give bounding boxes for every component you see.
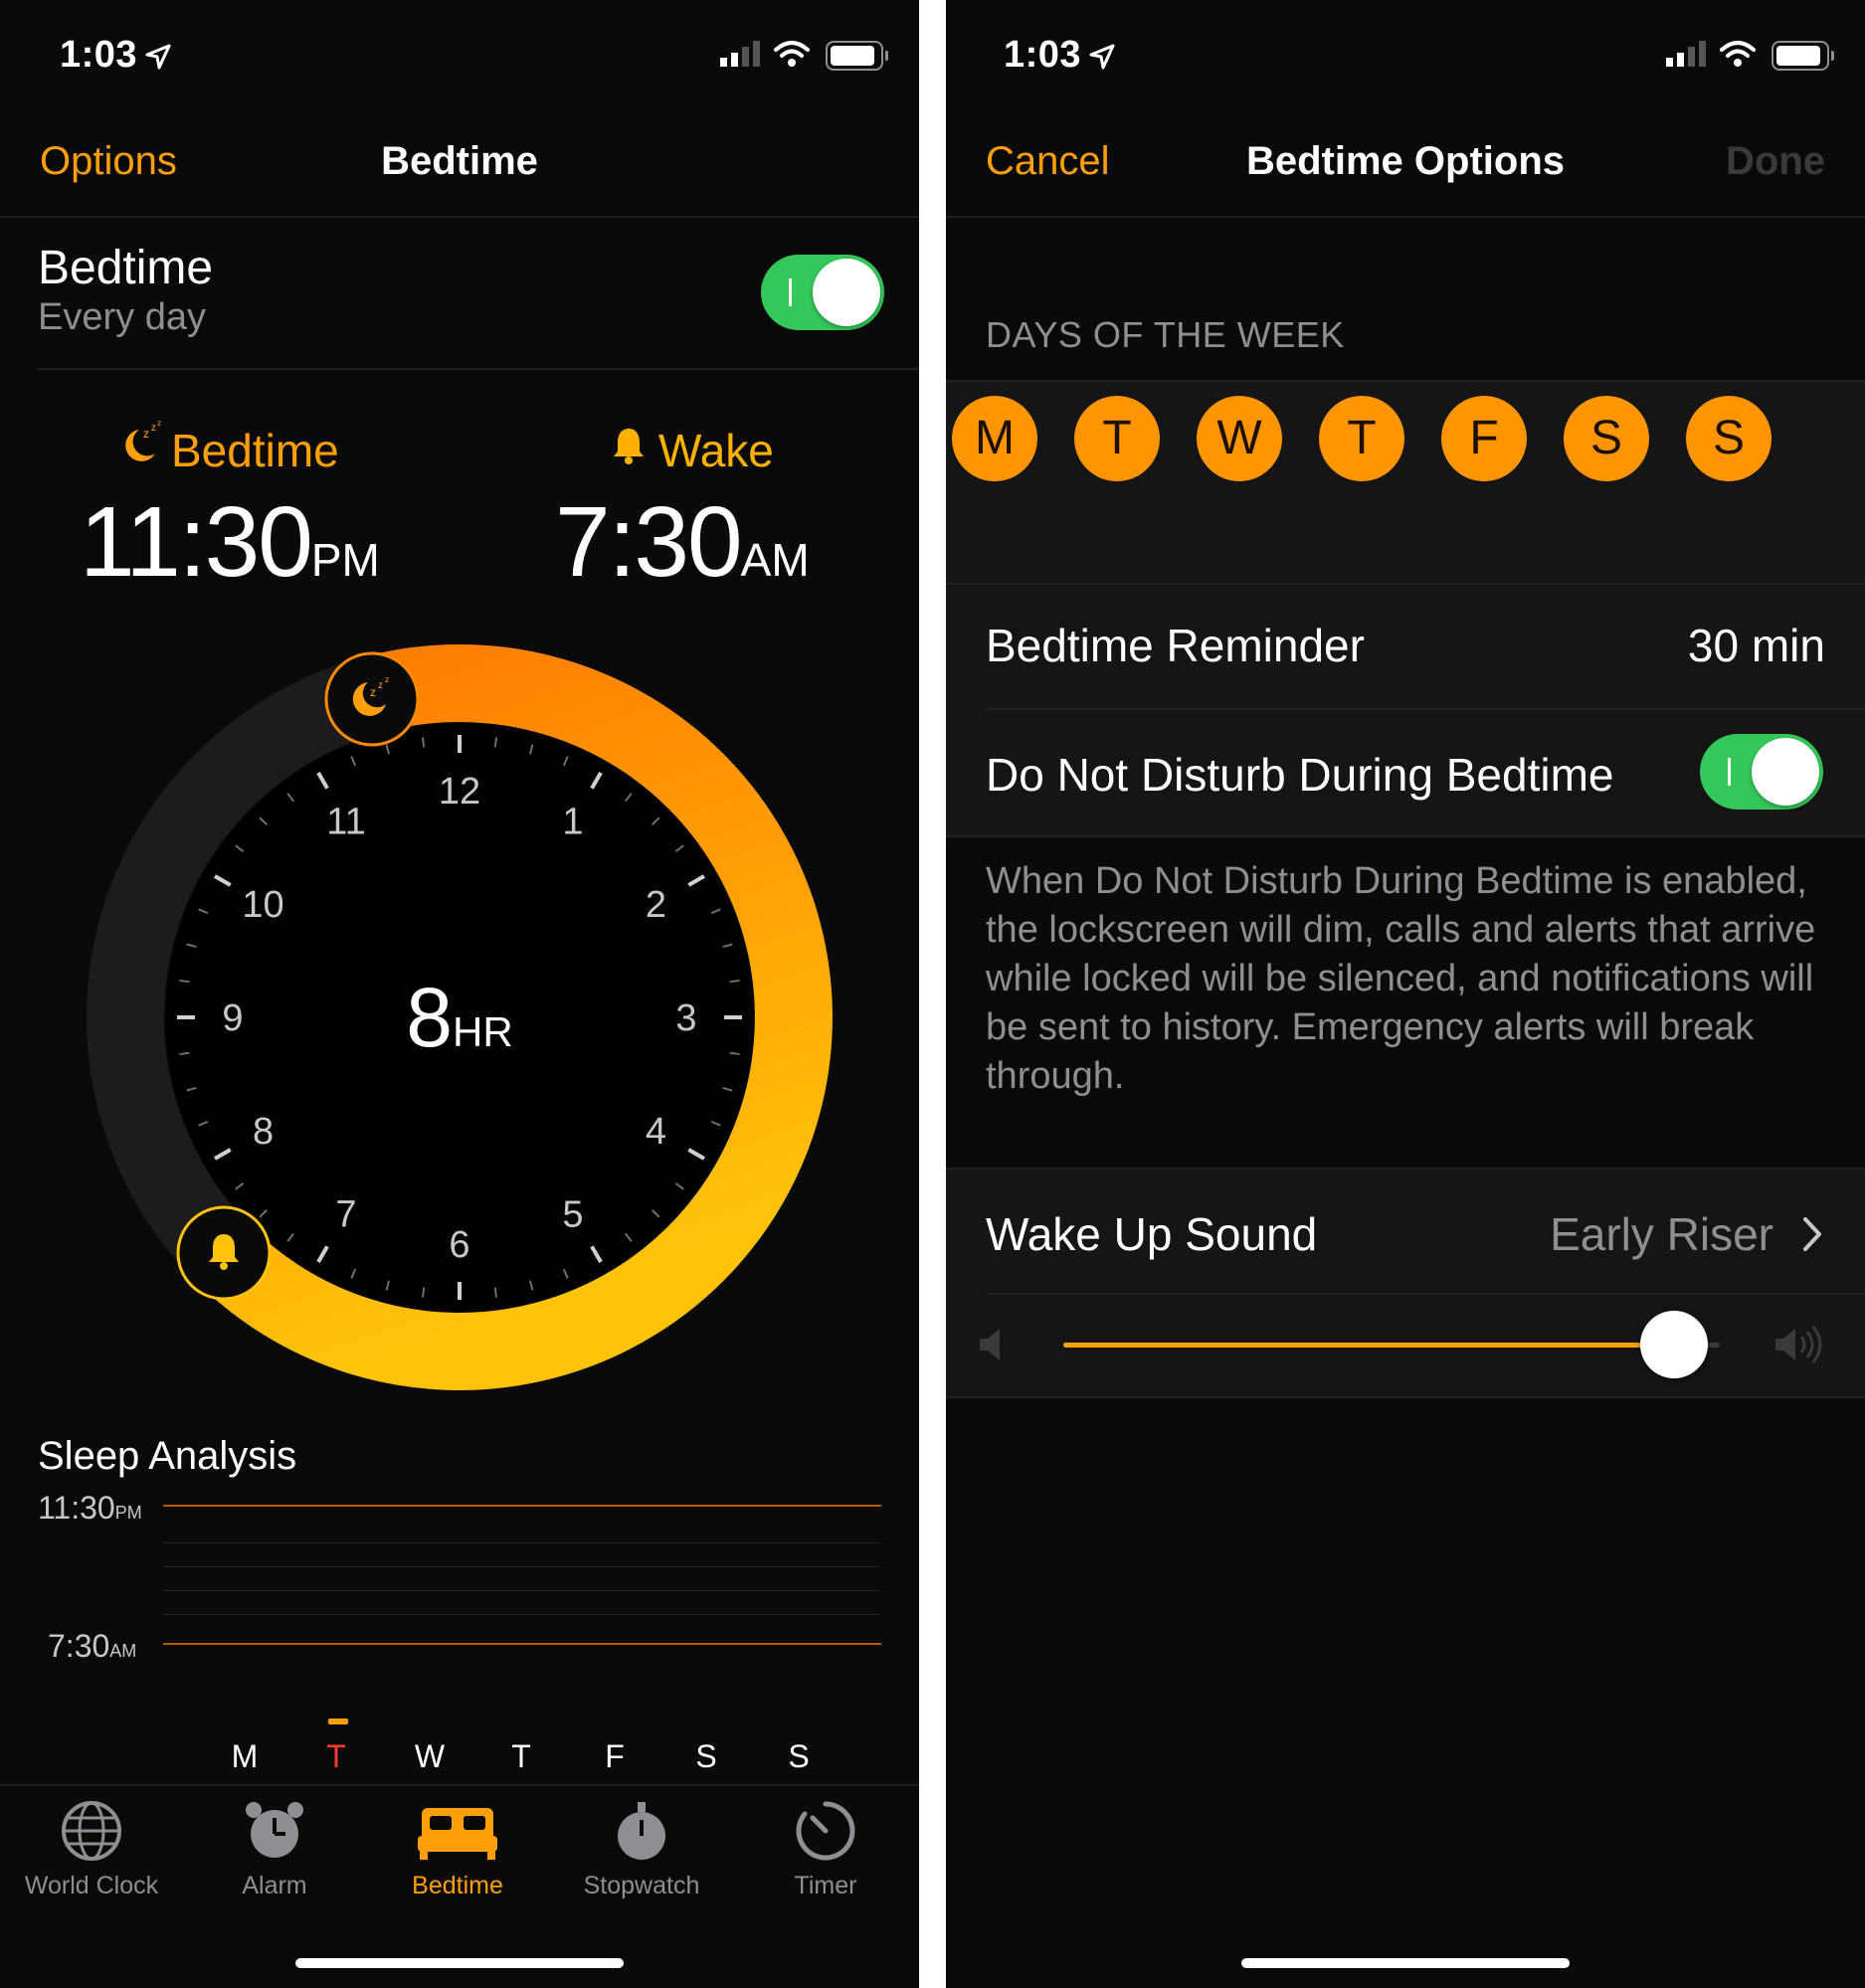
svg-text:z: z xyxy=(370,685,376,699)
sleep-analysis-title: Sleep Analysis xyxy=(38,1434,297,1478)
dial-hour-label: 6 xyxy=(449,1224,469,1266)
wake-sound-value: Early Riser xyxy=(1550,1208,1773,1260)
row-divider xyxy=(986,1293,1865,1295)
dial-hour-label: 10 xyxy=(242,884,283,926)
alarm-clock-icon xyxy=(246,1802,303,1858)
analysis-day-label: F xyxy=(605,1738,625,1774)
dnd-description: When Do Not Disturb During Bedtime is en… xyxy=(986,860,1816,1097)
navbar-divider xyxy=(946,216,1865,218)
day-toggle[interactable]: F xyxy=(1441,396,1527,481)
dial-tick xyxy=(421,737,426,748)
wake-handle[interactable] xyxy=(176,1205,272,1301)
globe-icon xyxy=(62,1801,121,1861)
bed-icon xyxy=(418,1808,497,1860)
day-toggle[interactable]: S xyxy=(1564,396,1649,481)
day-toggle[interactable]: T xyxy=(1319,396,1404,481)
dial-hour-label: 12 xyxy=(439,771,480,813)
tab-label: Stopwatch xyxy=(583,1872,700,1899)
dial-tick xyxy=(421,1287,426,1298)
dial-hour-label: 11 xyxy=(326,802,365,843)
home-indicator[interactable] xyxy=(1241,1958,1570,1968)
dial-hour-label: 2 xyxy=(646,884,666,926)
reminder-value: 30 min xyxy=(1687,620,1825,671)
dial-hour-label: 8 xyxy=(253,1111,274,1153)
wake-sound-label: Wake Up Sound xyxy=(986,1208,1318,1260)
reminder-label: Bedtime Reminder xyxy=(986,620,1365,671)
end-time: 7:30 xyxy=(48,1628,110,1664)
svg-text:z: z xyxy=(385,675,389,684)
day-toggle[interactable]: W xyxy=(1197,396,1282,481)
tabbar-divider xyxy=(0,1784,919,1786)
tab-label: Alarm xyxy=(242,1872,307,1899)
status-time: 1:03 xyxy=(1004,34,1082,76)
bedtime-handle[interactable]: z z z xyxy=(324,651,420,747)
dial-hour-label: 1 xyxy=(562,802,583,843)
dial-hour-label: 7 xyxy=(335,1193,356,1235)
days-section-header: DAYS OF THE WEEK xyxy=(986,314,1345,355)
duration-value: 8 xyxy=(406,971,454,1064)
start-ampm: PM xyxy=(114,1503,142,1523)
volume-high-icon xyxy=(1775,1326,1822,1363)
battery-icon xyxy=(1772,41,1834,71)
volume-slider-thumb[interactable] xyxy=(1639,1311,1708,1378)
day-toggle[interactable]: S xyxy=(1686,396,1772,481)
tab-label: World Clock xyxy=(24,1872,159,1899)
volume-slider-track[interactable] xyxy=(1063,1311,1720,1378)
end-ampm: AM xyxy=(109,1641,137,1661)
tab-world-clock[interactable]: World Clock xyxy=(2,1790,181,1899)
timer-icon xyxy=(796,1801,855,1861)
analysis-day-label: T xyxy=(511,1738,531,1774)
dial-tick xyxy=(493,1287,498,1298)
wifi-icon xyxy=(1720,41,1756,67)
analysis-day-label: T xyxy=(326,1738,346,1774)
duration-unit: HR xyxy=(453,1008,513,1055)
done-button[interactable]: Done xyxy=(1726,139,1825,184)
sleep-duration: 8HR xyxy=(0,970,919,1066)
grid-line xyxy=(163,1590,881,1591)
today-indicator xyxy=(328,1718,348,1724)
dnd-toggle[interactable] xyxy=(1700,734,1823,810)
analysis-day-label: S xyxy=(695,1738,717,1774)
chevron-right-icon xyxy=(1803,1217,1821,1251)
dial-hour-label: 5 xyxy=(562,1193,583,1235)
analysis-day-label: S xyxy=(788,1738,810,1774)
dnd-label: Do Not Disturb During Bedtime xyxy=(986,749,1614,801)
volume-slider-fill xyxy=(1063,1343,1674,1348)
location-arrow-icon xyxy=(1089,44,1115,70)
sleep-analysis-start-line xyxy=(163,1505,881,1507)
tab-timer[interactable]: Timer xyxy=(736,1790,915,1899)
start-time: 11:30 xyxy=(38,1490,115,1526)
tab-bedtime[interactable]: Bedtime xyxy=(368,1790,547,1899)
tab-label: Timer xyxy=(794,1872,857,1899)
svg-text:z: z xyxy=(378,680,383,691)
analysis-day-label: M xyxy=(231,1738,259,1774)
bedtime-screen: 1:03 Options Bedtime Bedtime Every day z… xyxy=(0,0,919,1988)
bedtime-options-screen: 1:03 Cancel Bedtime Options Done DAYS OF… xyxy=(946,0,1865,1988)
grid-line xyxy=(163,1566,881,1567)
grid-line xyxy=(163,1614,881,1615)
tab-stopwatch[interactable]: Stopwatch xyxy=(552,1790,731,1899)
bedtime-clock-dial[interactable]: 121234567891011 z z z xyxy=(0,0,919,1412)
row-divider xyxy=(986,708,1865,710)
sleep-analysis-end-line xyxy=(163,1643,881,1645)
analysis-day-label: W xyxy=(414,1738,446,1774)
volume-low-icon xyxy=(980,1329,1000,1360)
day-toggle[interactable]: T xyxy=(1074,396,1160,481)
tab-alarm[interactable]: Alarm xyxy=(185,1790,364,1899)
dial-hour-label: 4 xyxy=(646,1111,666,1153)
day-toggle[interactable]: M xyxy=(952,396,1037,481)
tab-label: Bedtime xyxy=(412,1872,503,1899)
stopwatch-icon xyxy=(618,1802,665,1860)
grid-line xyxy=(163,1542,881,1543)
dial-tick xyxy=(493,737,498,748)
row-divider xyxy=(946,835,1865,837)
sleep-analysis-end-label: 7:30AM xyxy=(48,1628,136,1665)
sleep-analysis-start-label: 11:30PM xyxy=(38,1490,142,1527)
home-indicator[interactable] xyxy=(295,1958,624,1968)
